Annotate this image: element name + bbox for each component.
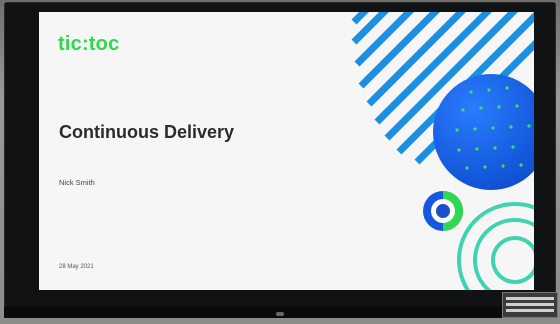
tv-sticker (502, 292, 558, 318)
slide-date: 28 May 2021 (59, 264, 94, 270)
target-circle-icon (423, 191, 463, 231)
brand-logo: tic:toc (58, 33, 120, 55)
presentation-slide: tic:toc Continuous Delivery Nick Smith 2… (39, 12, 534, 290)
slide-title: Continuous Delivery (59, 122, 235, 142)
presenter-name: Nick Smith (59, 178, 95, 187)
concentric-rings-icon (457, 202, 534, 290)
tv-brand-logo (276, 312, 284, 316)
dotted-circle-icon (433, 74, 534, 190)
